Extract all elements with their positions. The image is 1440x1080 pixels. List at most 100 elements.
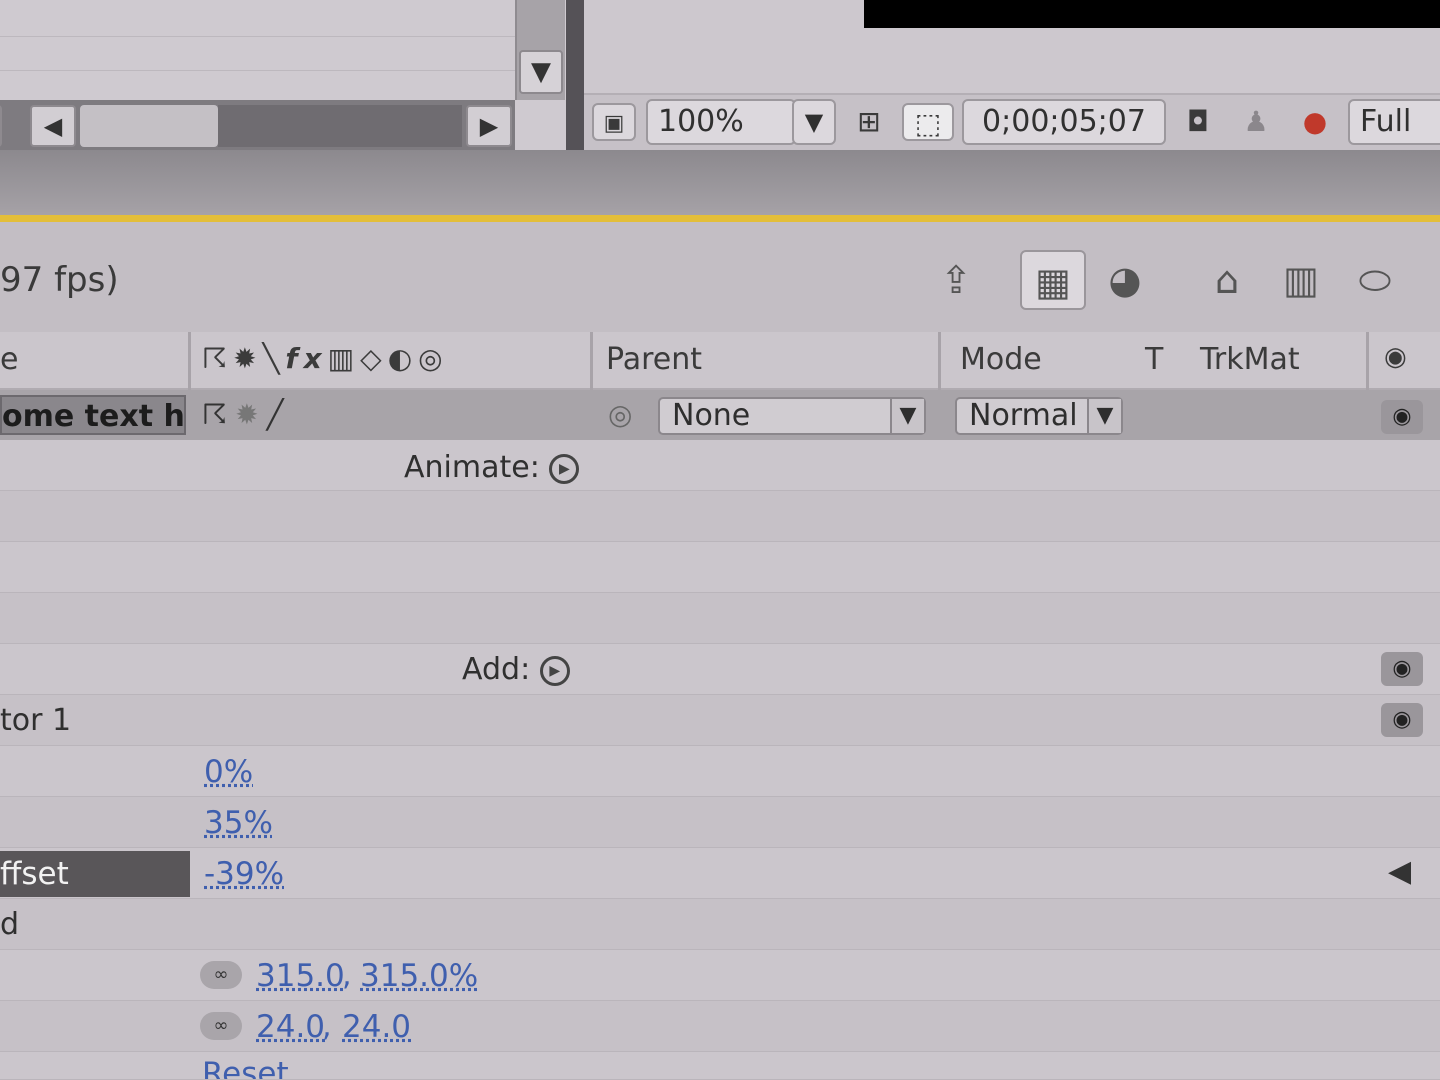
column-separator[interactable]	[590, 332, 593, 390]
property-row	[0, 542, 1440, 593]
frame-blend-icon: ▥	[327, 342, 361, 375]
mode-column-header[interactable]: Mode	[960, 342, 1042, 377]
property-row	[0, 491, 1440, 542]
property-visibility-eye-icon[interactable]: ◉	[1381, 703, 1423, 737]
person-icon[interactable]: ♟	[1232, 103, 1280, 141]
draft-3d-icon[interactable]: ▦	[1020, 250, 1086, 310]
monitor-icon[interactable]: ▣	[592, 103, 636, 141]
layer-name[interactable]: ome text h	[0, 395, 186, 435]
motion-blur-switch-icon: ◇	[360, 342, 388, 375]
add-menu-arrow-icon[interactable]: ▶	[539, 655, 570, 686]
constrain-proportions-link-icon[interactable]: ∞	[200, 1012, 242, 1040]
column-separator[interactable]	[1366, 332, 1369, 390]
parent-dropdown[interactable]: None ▼	[658, 397, 926, 435]
layer-name-column-header[interactable]: e	[0, 342, 18, 377]
camera-icon[interactable]: ◘	[1174, 103, 1222, 141]
scroll-thumb[interactable]	[80, 105, 218, 147]
preserve-transparency-column-header[interactable]: T	[1145, 342, 1163, 377]
trkmat-column-header[interactable]: TrkMat	[1200, 342, 1300, 377]
scroll-edge-button[interactable]	[0, 105, 2, 147]
property-row: ∞ 24.0 , 24.0	[0, 1001, 1440, 1052]
column-separator[interactable]	[938, 332, 941, 390]
scale-value-y[interactable]: 315.0%	[360, 958, 478, 994]
start-value[interactable]: 0%	[204, 754, 253, 790]
column-separator[interactable]	[188, 332, 191, 390]
add-label: Add:	[462, 652, 531, 687]
property-row: Reset	[0, 1052, 1440, 1080]
mode-dropdown[interactable]: Normal ▼	[955, 397, 1123, 435]
offset-value[interactable]: -39%	[204, 856, 284, 892]
scale-value-x[interactable]: 315.0	[256, 958, 345, 994]
quality-icon: ╲	[262, 342, 286, 375]
project-horizontal-scrollbar[interactable]: ◀ ▶	[0, 100, 515, 150]
timecode-display[interactable]: 0;00;05;07	[962, 99, 1166, 145]
parent-dropdown-value: None	[672, 398, 751, 433]
rgb-channels-icon[interactable]: ●	[1290, 103, 1340, 141]
scroll-track[interactable]	[218, 105, 462, 147]
property-row: Add: ▶ ◉	[0, 644, 1440, 695]
video-visibility-header-icon[interactable]: ◉	[1384, 342, 1407, 372]
property-row: ∞ 315.0 , 315.0%	[0, 950, 1440, 1001]
property-row: ffset -39% ◀	[0, 848, 1440, 899]
pickwhip-icon[interactable]: ◎	[608, 398, 632, 431]
scroll-down-arrow-icon[interactable]: ▼	[519, 50, 563, 94]
shy-icon: ☈	[202, 342, 234, 375]
active-panel-highlight	[0, 215, 1440, 222]
shy-switch-icon[interactable]: ☈	[202, 398, 235, 431]
layer-switches[interactable]: ☈✹╱	[202, 398, 291, 431]
property-row: Animate: ▶	[0, 440, 1440, 491]
adjustment-layer-icon: ◐	[387, 342, 419, 375]
effects-icon: fx	[285, 342, 328, 375]
dropdown-arrow-icon[interactable]: ▼	[890, 399, 924, 433]
graph-editor-icon[interactable]: ▥	[1268, 250, 1334, 310]
mode-dropdown-value: Normal	[969, 398, 1078, 433]
animate-label: Animate:	[404, 450, 540, 485]
range-selector-label[interactable]: tor 1	[0, 703, 71, 738]
project-vertical-scrollbar[interactable]: ▼	[515, 0, 565, 100]
composition-toolbar: ▣ 100% ▼ ⊞ ⬚ 0;00;05;07 ◘ ♟ ● Full	[584, 93, 1440, 150]
size-value-y[interactable]: 24.0	[342, 1009, 411, 1045]
quality-switch-icon[interactable]: ╱	[267, 398, 292, 431]
reset-link[interactable]: Reset	[202, 1056, 289, 1079]
property-row: 0%	[0, 746, 1440, 797]
end-value[interactable]: 35%	[204, 805, 273, 841]
comp-fps-label: 97 fps)	[0, 260, 119, 300]
size-separator: ,	[322, 1009, 332, 1044]
composition-canvas[interactable]	[864, 0, 1440, 28]
add-menu[interactable]: Add: ▶	[462, 652, 570, 687]
scroll-right-arrow-icon[interactable]: ▶	[466, 105, 512, 147]
resolution-dropdown[interactable]: Full	[1348, 99, 1440, 145]
panel-separator	[0, 150, 1440, 216]
advanced-label[interactable]: d	[0, 907, 19, 942]
scroll-left-arrow-icon[interactable]: ◀	[30, 105, 76, 147]
project-row-divider	[0, 70, 515, 71]
zoom-dropdown-arrow-icon[interactable]: ▼	[792, 99, 836, 145]
comp-flowchart-icon[interactable]: ◕	[1094, 250, 1156, 310]
collapse-switch-icon[interactable]: ✹	[235, 398, 266, 431]
project-row-divider	[0, 36, 515, 37]
animate-menu-arrow-icon[interactable]: ▶	[549, 453, 580, 484]
parent-column-header[interactable]: Parent	[606, 342, 702, 377]
panel-divider[interactable]	[566, 0, 584, 155]
switches-column-header[interactable]: ☈✹╲fx▥◇◐◎	[202, 342, 449, 375]
grid-icon[interactable]: ⊞	[846, 103, 892, 141]
offset-label[interactable]: ffset	[0, 851, 190, 897]
animate-menu[interactable]: Animate: ▶	[404, 450, 580, 485]
brainstorm-icon[interactable]: ⌂	[1196, 250, 1258, 310]
property-row: 35%	[0, 797, 1440, 848]
property-visibility-eye-icon[interactable]: ◉	[1381, 652, 1423, 686]
video-visibility-eye-icon[interactable]: ◉	[1381, 400, 1423, 434]
keyframe-nav-left-icon[interactable]: ◀	[1388, 854, 1411, 889]
3d-layer-icon: ◎	[418, 342, 449, 375]
size-value-x[interactable]: 24.0	[256, 1009, 325, 1045]
property-row: d	[0, 899, 1440, 950]
dropdown-arrow-icon[interactable]: ▼	[1087, 399, 1121, 433]
motion-blur-icon[interactable]: ⬭	[1344, 250, 1406, 310]
property-row: tor 1 ◉	[0, 695, 1440, 746]
zoom-dropdown[interactable]: 100%	[646, 99, 796, 145]
scale-separator: ,	[342, 958, 352, 993]
constrain-proportions-link-icon[interactable]: ∞	[200, 961, 242, 989]
live-update-icon[interactable]: ⇪	[925, 250, 987, 310]
property-row	[0, 593, 1440, 644]
region-of-interest-icon[interactable]: ⬚	[902, 103, 954, 141]
